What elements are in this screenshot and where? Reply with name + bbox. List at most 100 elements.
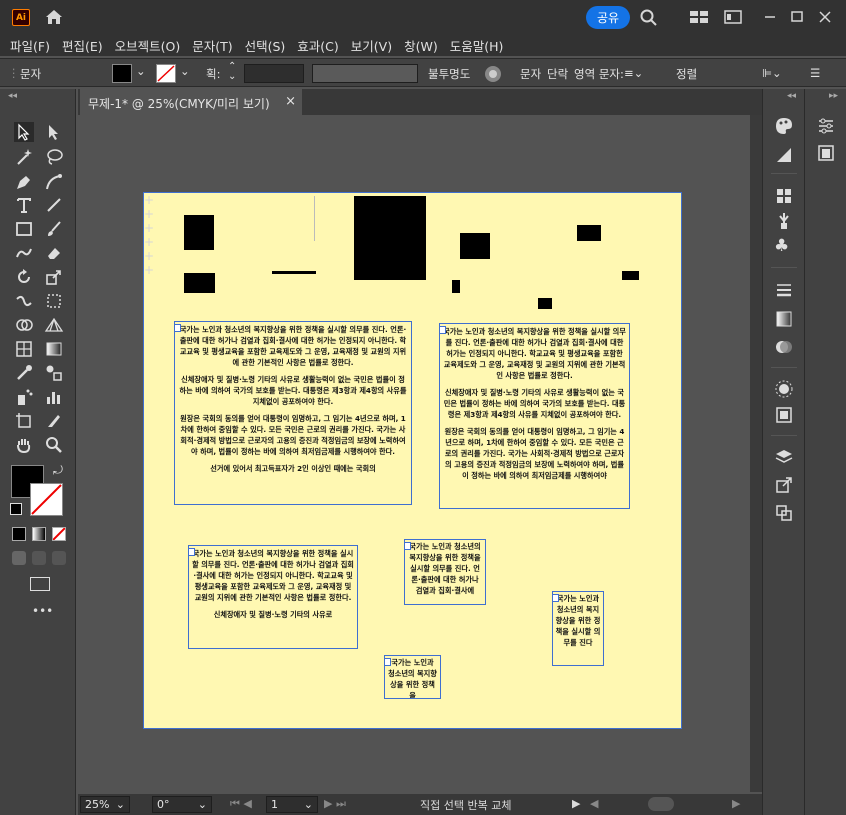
text-frame[interactable]: 국가는 노인과 청소년의 복지향상을 위한 정책을 실시할 의무를 진다. 언론…	[439, 323, 630, 509]
menu-type[interactable]: 문자(T)	[192, 36, 232, 55]
menu-select[interactable]: 선택(S)	[245, 36, 286, 55]
rectangle-tool-icon[interactable]	[14, 219, 34, 239]
free-transform-icon[interactable]	[44, 291, 64, 311]
black-rectangle[interactable]	[577, 225, 601, 241]
opacity-label[interactable]: 불투명도	[428, 66, 470, 82]
workspace-icon[interactable]	[723, 8, 743, 26]
vertical-scrollbar[interactable]	[750, 115, 762, 792]
artboards-panel-icon[interactable]	[774, 503, 794, 523]
tab-document[interactable]: 무제-1* @ 25%(CMYK/미리 보기) ×	[80, 89, 302, 115]
menu-file[interactable]: 파일(F)	[10, 36, 50, 55]
stroke-swatch[interactable]	[156, 64, 176, 83]
chevron-down-icon[interactable]: ⌄	[180, 64, 190, 78]
text-frame[interactable]: 국가는 노인과 청소년의 복지향상을 위한 정책을 실시할 의무를 진다. 언론…	[174, 321, 412, 505]
eyedropper-icon[interactable]	[14, 363, 34, 383]
close-tab-icon[interactable]: ×	[285, 94, 296, 109]
draw-behind-icon[interactable]	[32, 551, 46, 565]
artboard-number-field[interactable]: 1 ⌄	[266, 796, 318, 813]
symbols-icon[interactable]: ♣	[774, 236, 789, 256]
text-frame[interactable]: 국가는 노인과 청소년의 복지향상을 위한 정책을 실시할 의무를 진다. 언론…	[404, 539, 486, 605]
text-frame[interactable]: 국가는 노인과 청소년의 복지향상을 위한 정책을 실시할 의무를 진다. 언론…	[188, 545, 358, 649]
appearance-icon[interactable]	[774, 379, 794, 399]
slice-tool-icon[interactable]	[44, 411, 64, 431]
export-icon[interactable]	[774, 475, 794, 495]
frame-handle[interactable]	[189, 548, 195, 556]
symbol-sprayer-icon[interactable]	[14, 387, 34, 407]
scroll-right-icon[interactable]: ▶	[732, 797, 740, 810]
menu-effect[interactable]: 효과(C)	[297, 36, 338, 55]
next-artboard-icon[interactable]: ▶ ⏭	[324, 797, 346, 811]
stroke-stepper[interactable]: ⌃ ⌄	[228, 62, 236, 82]
paragraph-label[interactable]: 단락	[547, 66, 568, 82]
menu-window[interactable]: 창(W)	[404, 36, 438, 55]
current-tool-status[interactable]: 직접 선택 반복 교체	[420, 797, 511, 813]
text-frame[interactable]: 국가는 노인과 청소년의 복지향상을 위한 정책을	[384, 655, 441, 699]
shape-builder-icon[interactable]	[14, 315, 34, 335]
frame-handle[interactable]	[553, 594, 559, 602]
color-mode-icon[interactable]	[12, 527, 26, 541]
scale-tool-icon[interactable]	[44, 267, 64, 287]
perspective-grid-icon[interactable]	[44, 315, 64, 335]
zoom-tool-icon[interactable]	[44, 435, 64, 455]
graph-tool-icon[interactable]	[44, 387, 64, 407]
rotate-tool-icon[interactable]	[14, 267, 34, 287]
selection-tool-icon[interactable]	[14, 122, 34, 142]
blend-tool-icon[interactable]	[44, 363, 64, 383]
swap-colors-icon[interactable]: ⤾	[53, 463, 63, 478]
graphic-styles-icon[interactable]	[774, 405, 794, 425]
pen-tool-icon[interactable]	[14, 172, 34, 192]
lasso-icon[interactable]	[44, 147, 64, 167]
area-type-label[interactable]: 영역 문자:	[574, 66, 624, 82]
black-rectangle[interactable]	[622, 271, 639, 280]
collapse-panels-icon[interactable]: ▸▸	[829, 91, 838, 101]
stroke-panel-icon[interactable]	[774, 280, 794, 300]
maximize-icon[interactable]	[787, 8, 807, 26]
paintbrush-icon[interactable]	[44, 219, 64, 239]
warp-tool-icon[interactable]	[14, 291, 34, 311]
search-icon[interactable]	[639, 8, 659, 26]
fill-swatch[interactable]	[112, 64, 132, 83]
collapse-icon[interactable]: ◂◂	[8, 91, 17, 101]
zoom-field[interactable]: 25% ⌄	[80, 796, 130, 813]
black-rectangle[interactable]	[452, 280, 460, 293]
frame-handle[interactable]	[440, 326, 446, 334]
rotation-field[interactable]: 0° ⌄	[152, 796, 212, 813]
draw-inside-icon[interactable]	[52, 551, 66, 565]
black-rectangle[interactable]	[184, 215, 214, 250]
curvature-tool-icon[interactable]	[44, 172, 64, 192]
magic-wand-icon[interactable]	[14, 147, 34, 167]
text-frame[interactable]: 국가는 노인과 청소년의 복지향상을 위한 정책을 실시할 의무를 진다	[552, 591, 604, 666]
default-colors-icon[interactable]	[10, 503, 22, 515]
color-palette-icon[interactable]	[774, 116, 794, 136]
horizontal-scroll-thumb[interactable]	[648, 797, 674, 811]
share-button[interactable]: 공유	[586, 6, 630, 29]
artboard-tool-icon[interactable]	[14, 411, 34, 431]
recolor-icon[interactable]	[484, 65, 502, 83]
black-rectangle[interactable]	[354, 196, 426, 280]
menu-object[interactable]: 오브젝트(O)	[115, 36, 181, 55]
character-label[interactable]: 문자	[520, 66, 541, 82]
gradient-tool-icon[interactable]	[44, 339, 64, 359]
draw-normal-icon[interactable]	[12, 551, 26, 565]
frame-handle[interactable]	[175, 324, 181, 332]
variable-width-profile[interactable]	[312, 64, 418, 83]
minimize-icon[interactable]	[760, 8, 780, 26]
gradient-panel-icon[interactable]	[774, 309, 794, 329]
panel-menu-icon[interactable]: ☰	[810, 66, 820, 80]
menu-edit[interactable]: 편집(E)	[62, 36, 103, 55]
align-to-icon[interactable]: ⊫⌄	[762, 66, 782, 80]
properties-icon[interactable]	[816, 116, 836, 136]
color-guide-icon[interactable]	[774, 145, 794, 165]
artboard[interactable]: 국가는 노인과 청소년의 복지향상을 위한 정책을 실시할 의무를 진다. 언론…	[143, 192, 682, 729]
first-artboard-icon[interactable]: ⏮ ◀	[230, 797, 252, 811]
black-rectangle[interactable]	[184, 273, 215, 293]
transparency-icon[interactable]	[774, 337, 794, 357]
none-mode-icon[interactable]	[52, 527, 66, 541]
black-rectangle[interactable]	[460, 233, 490, 259]
screen-mode-icon[interactable]	[30, 577, 50, 591]
stroke-color-box[interactable]	[30, 483, 63, 516]
home-icon[interactable]	[44, 8, 64, 26]
libraries-icon[interactable]	[816, 143, 836, 163]
brushes-icon[interactable]	[774, 211, 794, 231]
direct-selection-tool-icon[interactable]	[44, 122, 64, 142]
